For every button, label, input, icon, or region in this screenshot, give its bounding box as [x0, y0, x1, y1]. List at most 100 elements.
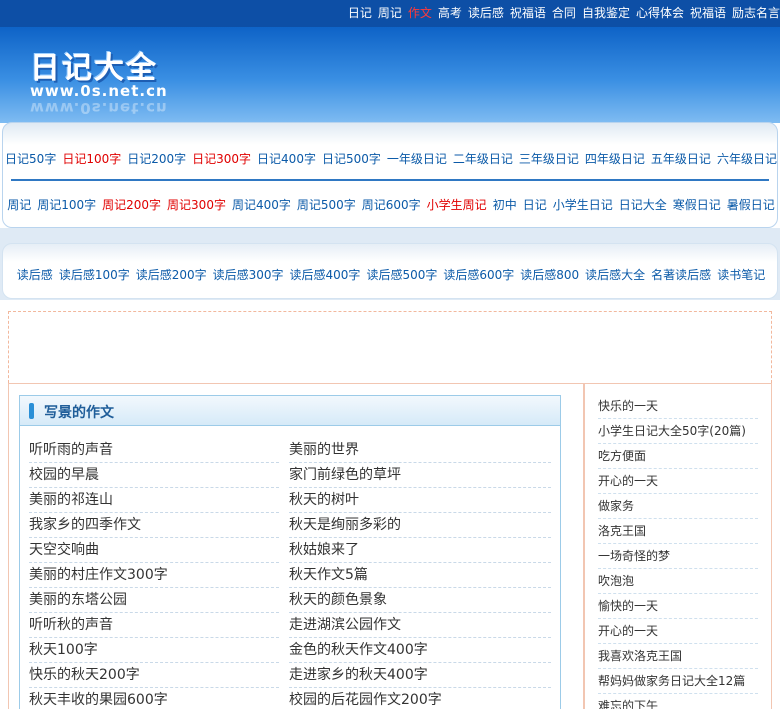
nav-link-weekly[interactable]: 周记500字	[297, 196, 356, 213]
nav-link-diary[interactable]: 日记100字	[62, 150, 121, 167]
nav-link-diary[interactable]: 日记300字	[192, 150, 251, 167]
article-link[interactable]: 美丽的村庄作文300字	[29, 563, 279, 588]
sidebar-link[interactable]: 开心的一天	[598, 469, 758, 494]
nav-link-diary[interactable]: 日记400字	[257, 150, 316, 167]
top-nav-link[interactable]: 合同	[552, 4, 576, 21]
site-url: www.0s.net.cn	[30, 82, 168, 100]
top-nav-link[interactable]: 读后感	[468, 4, 504, 21]
nav-link-weekly[interactable]: 周记100字	[37, 196, 96, 213]
nav-link-reading[interactable]: 读后感大全	[585, 266, 645, 283]
main-content: 写景的作文 听听雨的声音 校园的早晨 美丽的祁连山 我家乡的四季作文 天空交响曲 美丽的村…	[8, 383, 584, 709]
section-marker	[29, 403, 34, 419]
article-link[interactable]: 校园的早晨	[29, 463, 279, 488]
nav-link-diary[interactable]: 日记50字	[5, 150, 56, 167]
site-logo[interactable]: 日记大全	[30, 43, 158, 87]
sidebar-link[interactable]: 洛克王国	[598, 519, 758, 544]
nav-link-diary[interactable]: 日记200字	[127, 150, 186, 167]
nav-link-weekly[interactable]: 周记300字	[167, 196, 226, 213]
nav-link-weekly[interactable]: 寒假日记	[673, 196, 721, 213]
top-nav-link[interactable]: 励志名言	[732, 4, 780, 21]
nav-link-reading[interactable]: 读后感200字	[136, 266, 207, 283]
nav-link-reading[interactable]: 读后感500字	[366, 266, 437, 283]
article-link[interactable]: 美丽的世界	[289, 438, 551, 463]
article-link[interactable]: 听听雨的声音	[29, 438, 279, 463]
nav-link-diary[interactable]: 三年级日记	[519, 150, 579, 167]
sidebar-link[interactable]: 一场奇怪的梦	[598, 544, 758, 569]
section-header: 写景的作文	[20, 396, 560, 426]
top-nav-link[interactable]: 作文	[408, 4, 432, 21]
nav-divider	[11, 179, 769, 181]
article-link[interactable]: 美丽的祁连山	[29, 488, 279, 513]
article-link[interactable]: 秋姑娘来了	[289, 538, 551, 563]
top-nav-link[interactable]: 祝福语	[510, 4, 546, 21]
article-list-box: 写景的作文 听听雨的声音 校园的早晨 美丽的祁连山 我家乡的四季作文 天空交响曲 美丽的村…	[19, 395, 561, 709]
nav-link-reading[interactable]: 名著读后感	[651, 266, 711, 283]
top-nav-link[interactable]: 祝福语	[690, 4, 726, 21]
nav-link-reading[interactable]: 读后感400字	[290, 266, 361, 283]
top-nav-link[interactable]: 日记	[348, 4, 372, 21]
nav-link-weekly[interactable]: 周记600字	[362, 196, 421, 213]
nav-link-weekly[interactable]: 小学生周记	[427, 196, 487, 213]
sidebar-list: 快乐的一天 小学生日记大全50字(20篇) 吃方便面 开心的一天 做家务 洛克王国 一场奇怪…	[598, 394, 758, 709]
article-link[interactable]: 走进家乡的秋天400字	[289, 663, 551, 688]
sidebar-link[interactable]: 愉快的一天	[598, 594, 758, 619]
site-url-reflection: www.0s.net.cn	[30, 99, 168, 117]
nav-link-diary[interactable]: 六年级日记	[717, 150, 777, 167]
article-link[interactable]: 美丽的东塔公园	[29, 588, 279, 613]
top-nav: 日记 周记 作文 高考 读后感 祝福语 合同 自我鉴定 心得体会 祝福语 励志名言	[342, 4, 780, 21]
nav-row-weekly: 周记 周记100字 周记200字 周记300字 周记400字 周记500字 周记600字 小学…	[3, 196, 779, 213]
nav-panel-reading: 读后感 读后感100字 读后感200字 读后感300字 读后感400字 读后感500字 读后…	[2, 243, 778, 299]
sidebar: 快乐的一天 小学生日记大全50字(20篇) 吃方便面 开心的一天 做家务 洛克王国 一场奇怪…	[584, 383, 772, 709]
nav-link-diary[interactable]: 一年级日记	[387, 150, 447, 167]
article-link[interactable]: 走进湖滨公园作文	[289, 613, 551, 638]
nav-link-reading[interactable]: 读后感100字	[59, 266, 130, 283]
nav-link-diary[interactable]: 四年级日记	[585, 150, 645, 167]
nav-link-reading[interactable]: 读后感	[17, 266, 53, 283]
article-link[interactable]: 听听秋的声音	[29, 613, 279, 638]
sidebar-link[interactable]: 我喜欢洛克王国	[598, 644, 758, 669]
sidebar-link[interactable]: 小学生日记大全50字(20篇)	[598, 419, 758, 444]
nav-link-diary[interactable]: 日记500字	[322, 150, 381, 167]
nav-link-diary[interactable]: 二年级日记	[453, 150, 513, 167]
article-link[interactable]: 秋天的颜色景象	[289, 588, 551, 613]
nav-row-reading: 读后感 读后感100字 读后感200字 读后感300字 读后感400字 读后感500字 读后…	[3, 266, 779, 283]
article-link[interactable]: 校园的后花园作文200字	[289, 688, 551, 709]
sidebar-link[interactable]: 开心的一天	[598, 619, 758, 644]
nav-link-weekly[interactable]: 暑假日记	[727, 196, 775, 213]
sidebar-link[interactable]: 帮妈妈做家务日记大全12篇	[598, 669, 758, 694]
nav-link-weekly[interactable]: 小学生日记	[553, 196, 613, 213]
article-link[interactable]: 秋天100字	[29, 638, 279, 663]
article-link[interactable]: 家门前绿色的草坪	[289, 463, 551, 488]
top-nav-link[interactable]: 心得体会	[636, 4, 684, 21]
nav-link-weekly[interactable]: 初中	[493, 196, 517, 213]
article-link[interactable]: 秋天丰收的果园600字	[29, 688, 279, 709]
nav-link-reading[interactable]: 读书笔记	[717, 266, 765, 283]
nav-link-reading[interactable]: 读后感800	[520, 266, 579, 283]
article-link[interactable]: 金色的秋天作文400字	[289, 638, 551, 663]
top-nav-link[interactable]: 周记	[378, 4, 402, 21]
sidebar-link[interactable]: 吃方便面	[598, 444, 758, 469]
nav-link-weekly[interactable]: 日记大全	[619, 196, 667, 213]
nav-link-weekly[interactable]: 周记400字	[232, 196, 291, 213]
sidebar-link[interactable]: 吹泡泡	[598, 569, 758, 594]
nav-link-reading[interactable]: 读后感300字	[213, 266, 284, 283]
sidebar-link[interactable]: 难忘的下午	[598, 694, 758, 709]
nav-link-diary[interactable]: 五年级日记	[651, 150, 711, 167]
top-nav-link[interactable]: 高考	[438, 4, 462, 21]
article-link[interactable]: 天空交响曲	[29, 538, 279, 563]
sidebar-link[interactable]: 做家务	[598, 494, 758, 519]
nav-link-weekly[interactable]: 日记	[523, 196, 547, 213]
article-link[interactable]: 快乐的秋天200字	[29, 663, 279, 688]
nav-link-reading[interactable]: 读后感600字	[443, 266, 514, 283]
nav-row-diary: 日记50字 日记100字 日记200字 日记300字 日记400字 日记500字 一年级日记…	[3, 150, 779, 167]
article-link[interactable]: 秋天是绚丽多彩的	[289, 513, 551, 538]
section-title[interactable]: 写景的作文	[44, 402, 114, 422]
sidebar-link[interactable]: 快乐的一天	[598, 394, 758, 419]
nav-link-weekly[interactable]: 周记	[7, 196, 31, 213]
top-bar: 日记 周记 作文 高考 读后感 祝福语 合同 自我鉴定 心得体会 祝福语 励志名言	[0, 0, 780, 27]
article-link[interactable]: 秋天的树叶	[289, 488, 551, 513]
top-nav-link[interactable]: 自我鉴定	[582, 4, 630, 21]
nav-link-weekly[interactable]: 周记200字	[102, 196, 161, 213]
article-link[interactable]: 我家乡的四季作文	[29, 513, 279, 538]
article-link[interactable]: 秋天作文5篇	[289, 563, 551, 588]
